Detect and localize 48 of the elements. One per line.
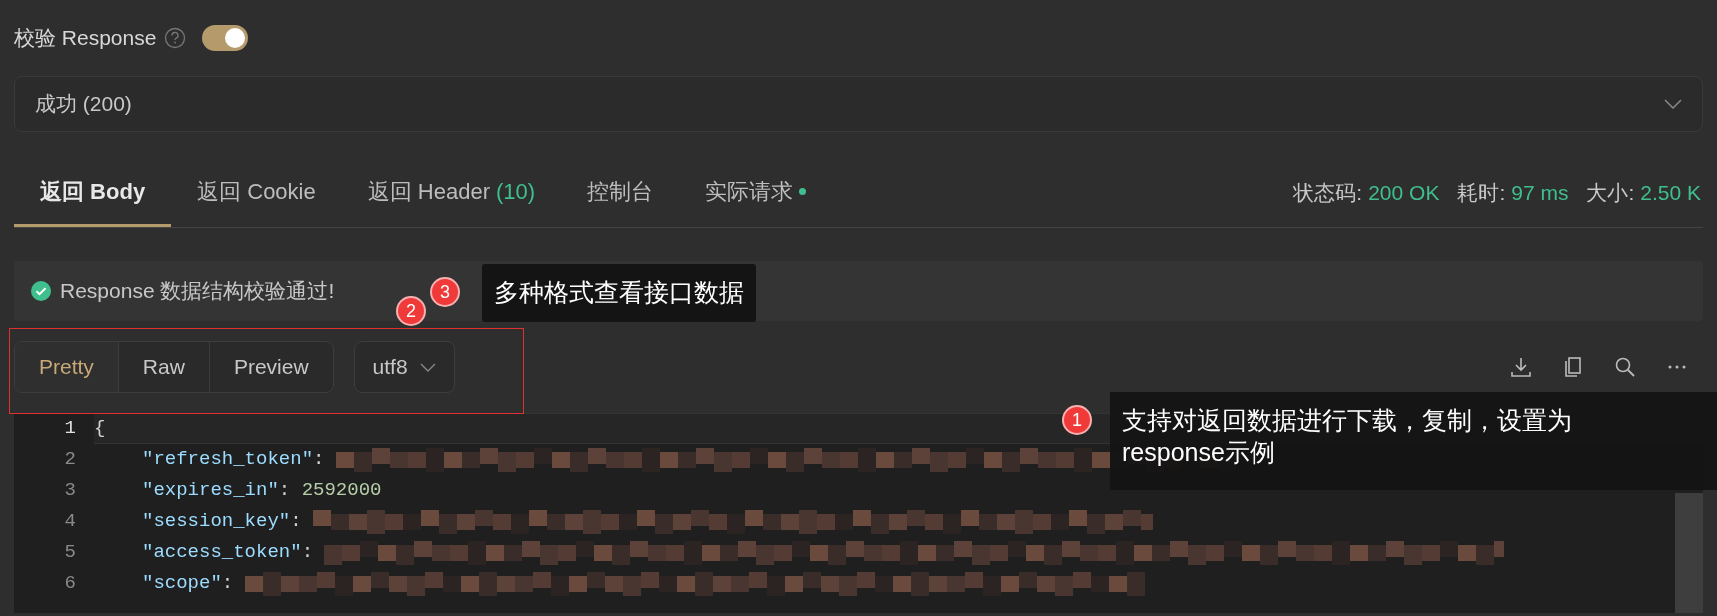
- stat-value: 200 OK: [1368, 179, 1440, 206]
- check-circle-icon: [30, 280, 52, 302]
- view-mode-tab[interactable]: Pretty: [15, 342, 118, 392]
- view-mode-tab[interactable]: Preview: [208, 342, 333, 392]
- validate-label: 校验 Response: [14, 25, 157, 52]
- line-number: 1: [63, 416, 77, 442]
- json-punctuation: :: [290, 509, 303, 535]
- search-icon[interactable]: [1613, 355, 1637, 379]
- toggle-switch[interactable]: [202, 25, 249, 51]
- tab[interactable]: 控制台: [561, 158, 680, 227]
- line-number: 2: [63, 447, 77, 473]
- json-punctuation: :: [221, 571, 235, 597]
- json-key: "session_key": [142, 507, 291, 536]
- stat-label: 大小:: [1586, 179, 1635, 206]
- stat-label: 耗时:: [1457, 179, 1506, 206]
- callout: 多种格式查看接口数据: [482, 264, 756, 322]
- json-punctuation: {: [94, 416, 106, 442]
- tab[interactable]: 返回 Cookie: [171, 158, 342, 227]
- scrollbar[interactable]: [1675, 493, 1703, 613]
- line-number: 4: [63, 509, 77, 535]
- line-number: 3: [63, 478, 77, 504]
- json-number: 2592000: [301, 478, 382, 504]
- tab[interactable]: 返回 Header (10): [341, 158, 562, 227]
- line-number: 5: [63, 540, 77, 566]
- encoding-select[interactable]: utf8: [353, 341, 455, 393]
- tab[interactable]: 实际请求: [679, 158, 833, 227]
- number-badge: 1: [1062, 405, 1092, 435]
- json-key: "expires_in": [142, 476, 279, 505]
- download-icon[interactable]: [1509, 355, 1533, 379]
- line-number: 6: [63, 571, 77, 597]
- json-punctuation: :: [278, 478, 292, 504]
- view-mode-tab[interactable]: Raw: [117, 342, 209, 392]
- stat-value: 2.50 K: [1640, 179, 1701, 206]
- json-key: "refresh_token": [142, 445, 314, 474]
- json-punctuation: :: [301, 540, 315, 566]
- chevron-down-icon: [1664, 99, 1682, 109]
- chevron-down-icon: [419, 362, 436, 372]
- json-punctuation: :: [313, 447, 326, 473]
- json-key: "scope": [142, 569, 222, 598]
- validation-message: Response 数据结构校验通过!: [60, 278, 335, 305]
- tab-count: (10): [496, 177, 536, 206]
- help-icon[interactable]: [164, 27, 187, 49]
- tab[interactable]: 返回 Body: [14, 158, 172, 227]
- callout-text: 支持对返回数据进行下载，复制，设置为response示例: [1122, 405, 1573, 468]
- json-key: "access_token": [142, 538, 302, 567]
- stat-value: 97 ms: [1511, 179, 1569, 206]
- response-select[interactable]: 成功 (200): [14, 76, 1703, 132]
- stat-label: 状态码:: [1293, 179, 1363, 206]
